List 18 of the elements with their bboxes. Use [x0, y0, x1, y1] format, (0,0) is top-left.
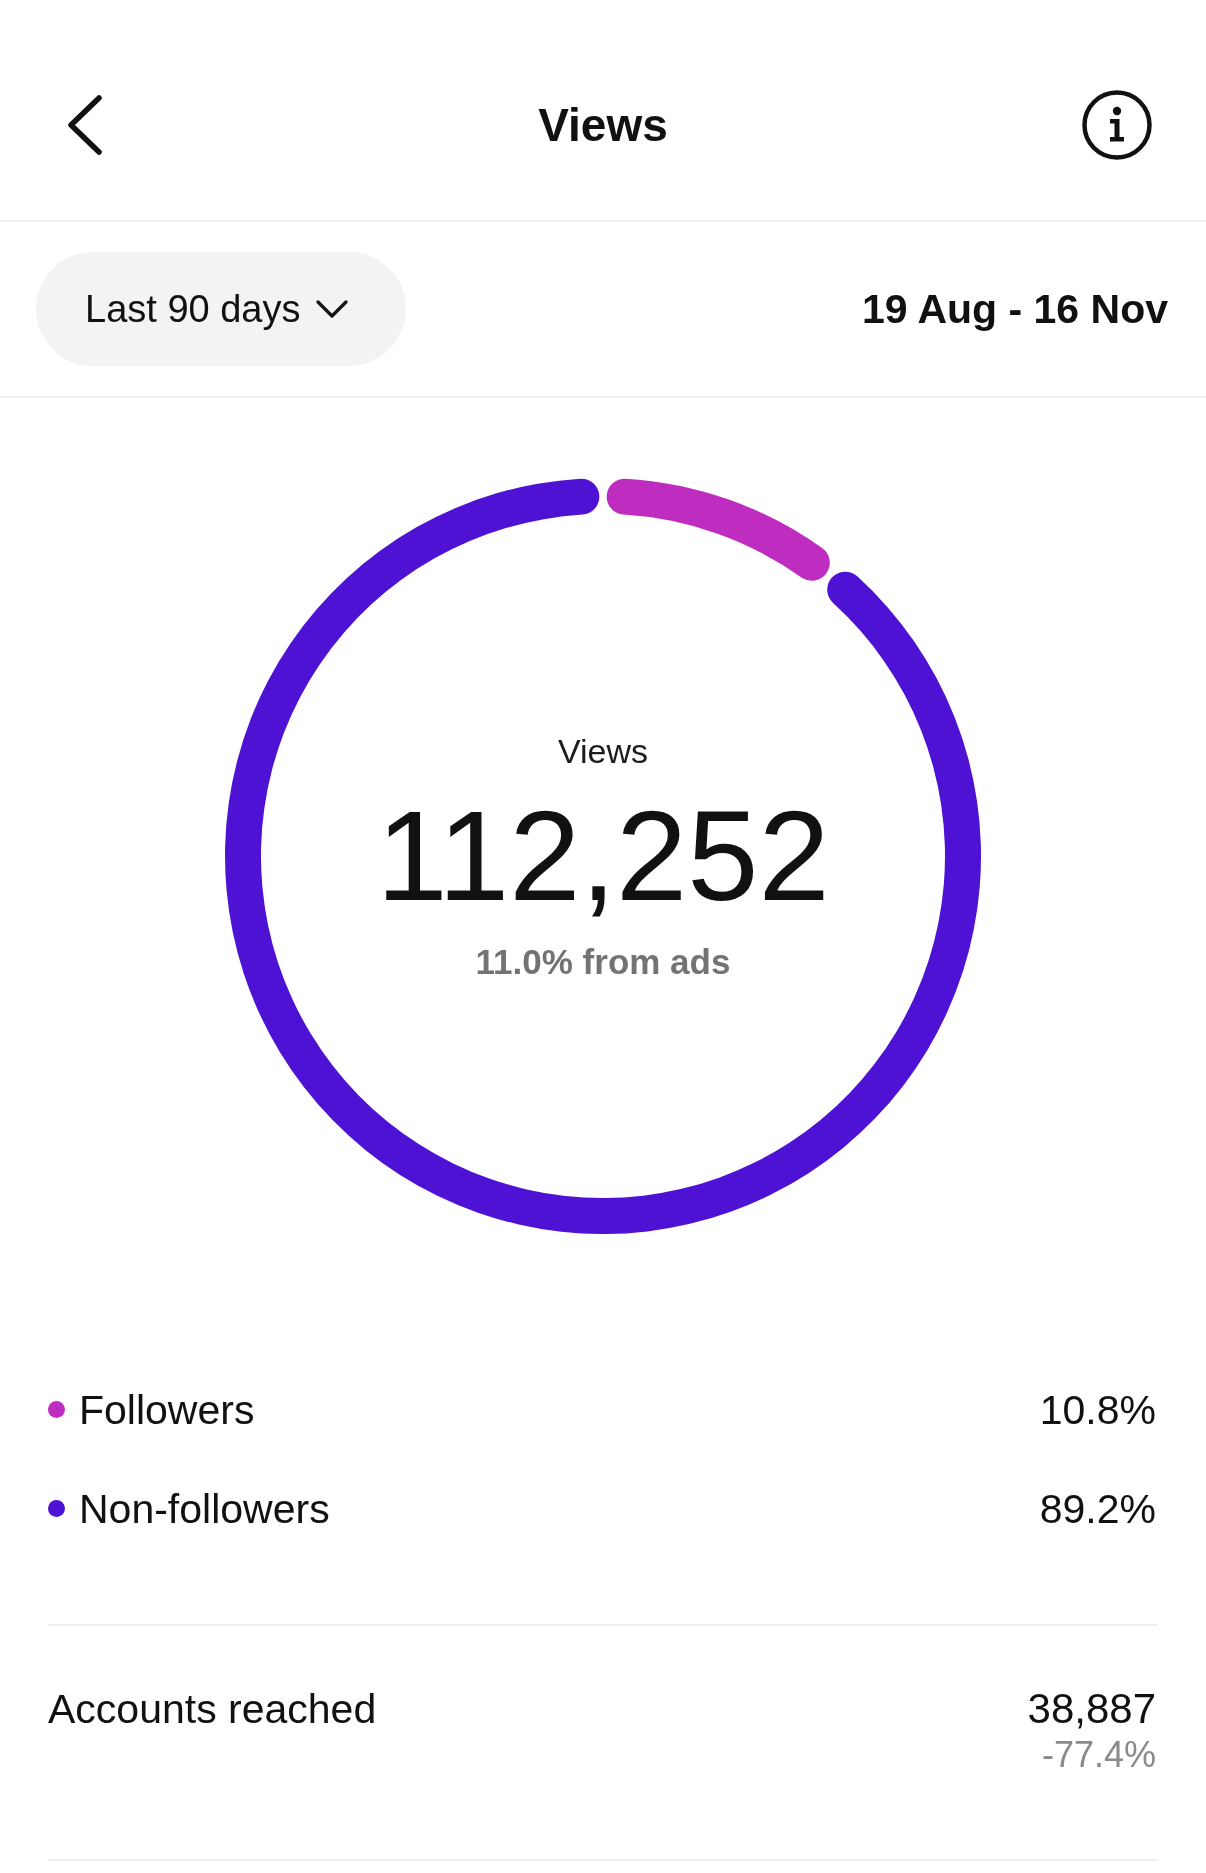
info-icon	[1082, 90, 1152, 160]
back-button[interactable]	[66, 95, 104, 155]
chevron-left-icon	[66, 95, 104, 155]
legend-value: 10.8%	[1039, 1385, 1157, 1435]
metric-label: Accounts reached	[48, 1685, 377, 1733]
info-button[interactable]	[1082, 90, 1152, 160]
date-range: 19 Aug - 16 Nov	[861, 285, 1168, 334]
legend-label: Non-followers	[79, 1484, 330, 1534]
legend-value: 89.2%	[1039, 1484, 1157, 1534]
metric-value: 38,887	[1027, 1685, 1156, 1733]
total-label: Views	[557, 730, 649, 771]
period-dropdown[interactable]: Last 90 days	[36, 252, 406, 366]
legend-label: Followers	[79, 1385, 255, 1435]
ads-share: 11.0% from ads	[475, 941, 731, 982]
page-title: Views	[538, 98, 668, 153]
metric-change: -77.4%	[1041, 1733, 1156, 1777]
total-views: 112,252	[376, 791, 830, 920]
chevron-down-icon	[316, 300, 349, 318]
